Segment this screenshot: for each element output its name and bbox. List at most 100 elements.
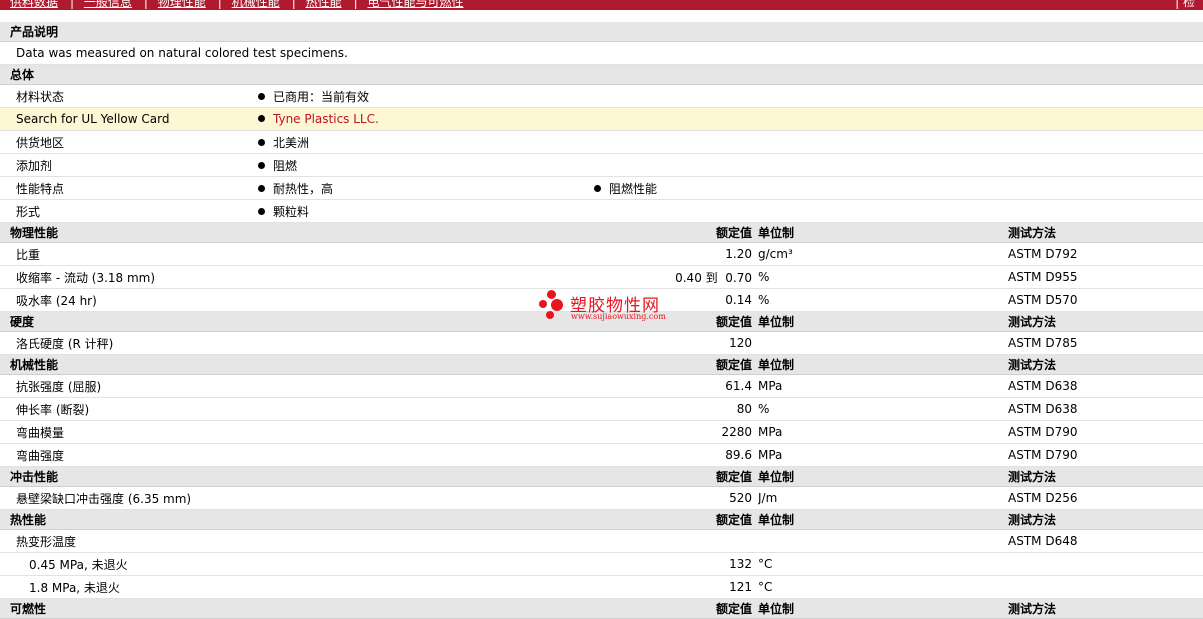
bullet-icon: [258, 184, 265, 192]
section-title: 产品说明: [0, 22, 1203, 42]
property-unit: g/cm³: [758, 242, 1008, 266]
col-header-unit: 单位制: [758, 311, 1008, 332]
nav-separator: |: [217, 0, 222, 9]
top-nav-right[interactable]: | 检: [1175, 0, 1195, 10]
test-method: ASTM D785: [1008, 331, 1203, 355]
test-method: ASTM D790: [1008, 443, 1203, 467]
test-method: ASTM D790: [1008, 420, 1203, 444]
product-desc-text: Data was measured on natural colored tes…: [0, 41, 1203, 65]
col-header-method: 测试方法: [1008, 509, 1203, 530]
nav-link-general[interactable]: 一般信息: [84, 0, 132, 9]
value-text: 已商用：当前有效: [273, 89, 370, 104]
col-header-unit: 单位制: [758, 509, 1008, 530]
section-header-physical: 物理性能 额定值 单位制 测试方法: [0, 222, 1203, 243]
property-unit: %: [758, 397, 1008, 421]
test-method: ASTM D955: [1008, 265, 1203, 289]
property-value: 89.6: [592, 443, 758, 467]
table-row: 弯曲强度 89.6 MPa ASTM D790: [0, 443, 1203, 467]
property-unit: J/m: [758, 486, 1008, 510]
property-label: 热变形温度: [0, 529, 592, 553]
col-header-method: 测试方法: [1008, 354, 1203, 375]
property-unit: [758, 529, 1008, 553]
section-header-thermal: 热性能 额定值 单位制 测试方法: [0, 509, 1203, 530]
property-label: 悬壁梁缺口冲击强度 (6.35 mm): [0, 486, 592, 510]
table-row: 供货地区 北美洲: [0, 130, 1203, 154]
nav-link-mechanical[interactable]: 机械性能: [232, 0, 280, 9]
row-value: Tyne Plastics LLC.: [256, 107, 1203, 131]
nav-separator: |: [291, 0, 296, 9]
table-row: 添加剂 阻燃: [0, 153, 1203, 177]
table-row: 1.8 MPa, 未退火 121 °C: [0, 575, 1203, 599]
property-sublabel: 1.8 MPa, 未退火: [0, 575, 592, 599]
col-header-nominal: 额定值: [592, 509, 758, 530]
property-unit: °C: [758, 575, 1008, 599]
property-value: 120: [592, 331, 758, 355]
section-header-impact: 冲击性能 额定值 单位制 测试方法: [0, 466, 1203, 487]
nav-link-electrical[interactable]: 电气性能与可燃性: [367, 0, 463, 9]
bullet-icon: [258, 92, 265, 100]
table-row: 抗张强度 (屈服) 61.4 MPa ASTM D638: [0, 374, 1203, 398]
nav-separator: |: [143, 0, 148, 9]
property-label: 收缩率 - 流动 (3.18 mm): [0, 265, 592, 289]
property-unit: °C: [758, 552, 1008, 576]
section-title: 总体: [0, 64, 1203, 85]
col-header-unit: 单位制: [758, 466, 1008, 487]
test-method: ASTM D648: [1008, 529, 1203, 553]
section-header-product-desc: 产品说明: [0, 22, 1203, 42]
section-header-flammability: 可燃性 额定值 单位制 测试方法: [0, 598, 1203, 619]
section-title: 机械性能: [0, 354, 592, 375]
nav-link-physical[interactable]: 物理性能: [158, 0, 206, 9]
col-header-method: 测试方法: [1008, 598, 1203, 619]
property-label: 伸长率 (断裂): [0, 397, 592, 421]
col-header-nominal: 额定值: [592, 598, 758, 619]
section-title: 冲击性能: [0, 466, 592, 487]
supplier-link[interactable]: Tyne Plastics LLC.: [273, 112, 379, 126]
test-method: ASTM D256: [1008, 486, 1203, 510]
row-label: 材料状态: [0, 84, 256, 108]
property-sublabel: 0.45 MPa, 未退火: [0, 552, 592, 576]
row-label: 添加剂: [0, 153, 256, 177]
section-header-mechanical: 机械性能 额定值 单位制 测试方法: [0, 354, 1203, 375]
test-method: ASTM D638: [1008, 374, 1203, 398]
bullet-icon: [258, 138, 265, 146]
table-row: 弯曲模量 2280 MPa ASTM D790: [0, 420, 1203, 444]
col-header-method: 测试方法: [1008, 466, 1203, 487]
watermark-logo: 塑胶物性网 www.sujiaowuxing.com: [537, 289, 677, 325]
row-value-2: 阻燃性能: [592, 176, 1203, 200]
property-value: 2280: [592, 420, 758, 444]
table-row: 悬壁梁缺口冲击强度 (6.35 mm) 520 J/m ASTM D256: [0, 486, 1203, 510]
property-label: 弯曲模量: [0, 420, 592, 444]
property-label: 吸水率 (24 hr): [0, 288, 592, 312]
nav-link-thermal[interactable]: 热性能: [306, 0, 342, 9]
col-header-nominal: 额定值: [592, 222, 758, 243]
ul-yellow-card-link[interactable]: Search for UL Yellow Card: [0, 107, 256, 131]
test-method: ASTM D792: [1008, 242, 1203, 266]
section-title: 硬度: [0, 311, 592, 332]
row-value: 北美洲: [256, 130, 1203, 154]
property-label: 洛氏硬度 (R 计秤): [0, 331, 592, 355]
bullet-icon: [258, 115, 265, 122]
property-unit: %: [758, 288, 1008, 312]
property-unit: MPa: [758, 443, 1008, 467]
table-row: 伸长率 (断裂) 80 % ASTM D638: [0, 397, 1203, 421]
row-label: 形式: [0, 199, 256, 223]
property-value: 61.4: [592, 374, 758, 398]
watermark-url: www.sujiaowuxing.com: [571, 312, 666, 321]
section-title: 物理性能: [0, 222, 592, 243]
table-row: 性能特点 耐热性，高 阻燃性能: [0, 176, 1203, 200]
nav-link-supply[interactable]: 供料数据: [10, 0, 58, 9]
col-header-nominal: 额定值: [592, 466, 758, 487]
row-value: 已商用：当前有效: [256, 84, 1203, 108]
property-label: 弯曲强度: [0, 443, 592, 467]
nav-separator: |: [353, 0, 358, 9]
test-method: ASTM D570: [1008, 288, 1203, 312]
table-row-highlight: Search for UL Yellow Card Tyne Plastics …: [0, 107, 1203, 131]
property-value: 80: [592, 397, 758, 421]
table-row: 比重 1.20 g/cm³ ASTM D792: [0, 242, 1203, 266]
value-text: 阻燃性能: [609, 181, 658, 196]
table-row: 材料状态 已商用：当前有效: [0, 84, 1203, 108]
col-header-unit: 单位制: [758, 598, 1008, 619]
value-text: 阻燃: [273, 158, 298, 173]
value-text: 颗粒料: [273, 204, 310, 219]
test-method: ASTM D638: [1008, 397, 1203, 421]
